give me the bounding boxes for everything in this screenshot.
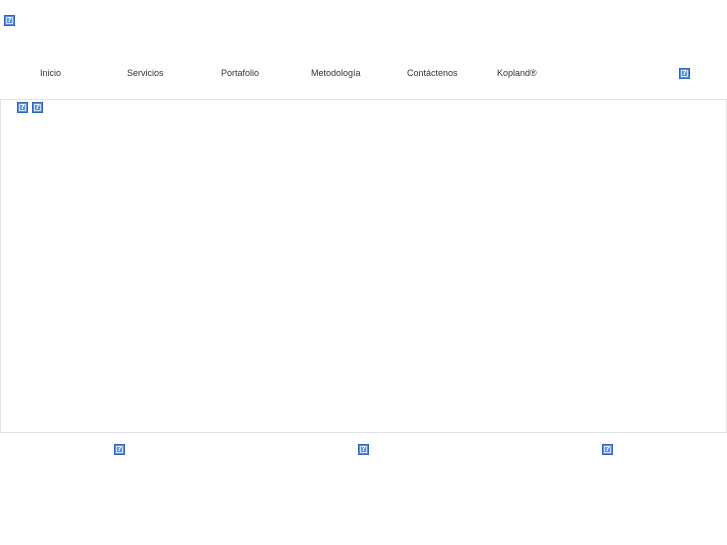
footer-broken-image-icon-3[interactable]: ? [602, 444, 613, 455]
footer-broken-image-icon-2[interactable]: ? [358, 444, 369, 455]
nav-item-servicios[interactable]: Servicios [127, 66, 164, 80]
site-logo-broken-image-icon[interactable]: ? [4, 15, 15, 26]
nav-item-portafolio[interactable]: Portafolio [221, 66, 259, 80]
header-right-broken-image-icon[interactable]: ? [679, 68, 690, 79]
nav-item-metodologia[interactable]: Metodología [311, 66, 361, 80]
slider-next-broken-image-icon[interactable]: ? [32, 102, 43, 113]
nav-item-kopland[interactable]: Kopland® [497, 66, 537, 80]
nav-item-inicio[interactable]: Inicio [40, 66, 61, 80]
footer-broken-image-icon-1[interactable]: ? [114, 444, 125, 455]
main-nav: Inicio Servicios Portafolio Metodología … [0, 66, 727, 80]
nav-item-contactenos[interactable]: Contáctenos [407, 66, 458, 80]
slider-prev-broken-image-icon[interactable]: ? [17, 102, 28, 113]
slider-frame [0, 99, 727, 433]
